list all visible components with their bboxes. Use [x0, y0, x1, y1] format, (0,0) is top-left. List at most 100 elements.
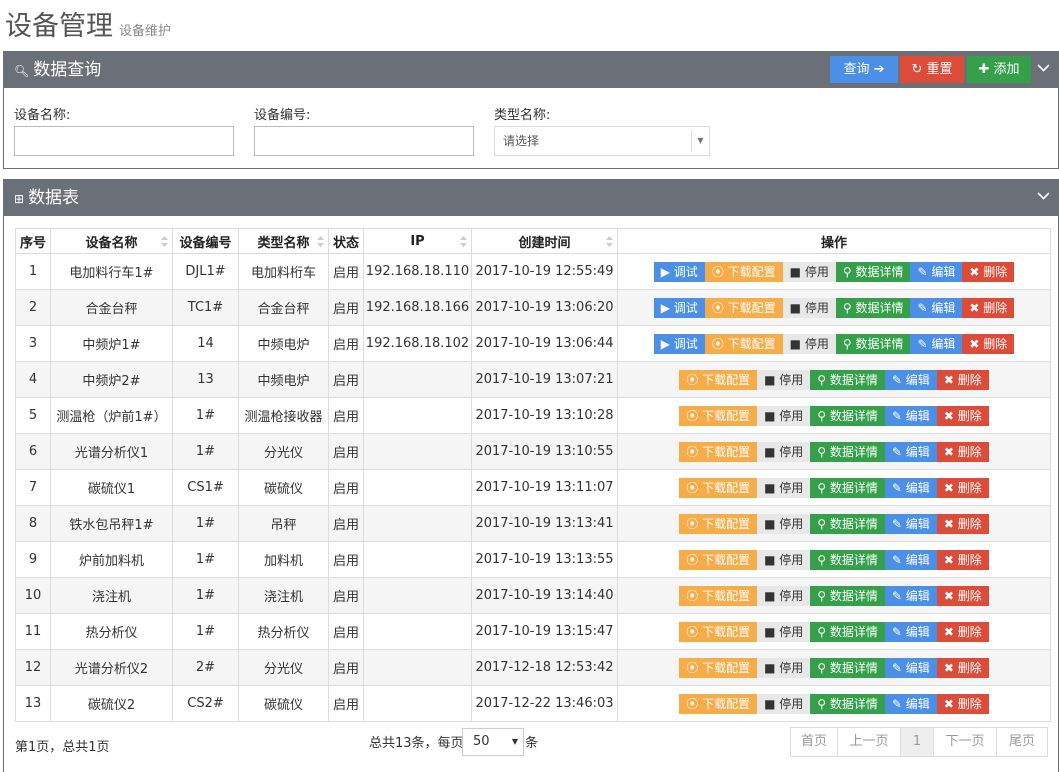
col-header-type[interactable]: 类型名称: [238, 228, 329, 254]
col-header-no[interactable]: 序号: [15, 228, 51, 254]
disable-button[interactable]: ■ 停用: [757, 477, 811, 498]
col-header-time[interactable]: 创建时间: [471, 228, 618, 254]
row-actions: ⦿ 下载配置 ■ 停用 ⚲ 数据详情 ✎ 编辑 ✖ 删除: [679, 477, 989, 498]
disable-button[interactable]: ■ 停用: [757, 441, 811, 462]
download-icon: ⦿: [686, 372, 703, 387]
last-page-button[interactable]: 尾页: [996, 727, 1048, 757]
query-button[interactable]: 查询 ➔: [830, 56, 898, 83]
type-name-select[interactable]: 请选择 ▼: [494, 126, 710, 156]
edit-icon: ✎: [917, 300, 932, 315]
edit-icon: ✎: [891, 552, 906, 567]
page-size-select[interactable]: 50 ▼: [462, 728, 524, 756]
download-button[interactable]: ⦿ 下载配置: [704, 261, 783, 282]
download-button[interactable]: ⦿ 下载配置: [679, 369, 758, 390]
edit-button[interactable]: ✎ 编辑: [884, 441, 937, 462]
delete-button[interactable]: ✖ 删除: [936, 621, 989, 642]
cell-status: 启用: [328, 397, 364, 434]
disable-button[interactable]: ■ 停用: [782, 261, 836, 282]
trash-icon: ✖: [943, 408, 958, 423]
delete-button[interactable]: ✖ 删除: [936, 405, 989, 426]
edit-button[interactable]: ✎ 编辑: [884, 405, 937, 426]
current-page-button[interactable]: 1: [900, 727, 934, 757]
download-button[interactable]: ⦿ 下载配置: [679, 405, 758, 426]
download-button[interactable]: ⦿ 下载配置: [679, 621, 758, 642]
trash-icon: ✖: [943, 588, 958, 603]
chevron-down-icon[interactable]: [1037, 61, 1050, 74]
delete-button[interactable]: ✖ 删除: [936, 585, 989, 606]
add-button[interactable]: ✚ 添加: [967, 56, 1031, 83]
disable-button[interactable]: ■ 停用: [757, 369, 811, 390]
detail-button[interactable]: ⚲ 数据详情: [810, 657, 885, 678]
detail-button[interactable]: ⚲ 数据详情: [810, 585, 885, 606]
edit-button[interactable]: ✎ 编辑: [884, 693, 937, 714]
edit-button[interactable]: ✎ 编辑: [884, 513, 937, 534]
cell-time: 2017-12-22 13:46:03: [471, 685, 618, 722]
edit-button[interactable]: ✎ 编辑: [884, 621, 937, 642]
first-page-button[interactable]: 首页: [790, 727, 838, 757]
download-button[interactable]: ⦿ 下载配置: [679, 549, 758, 570]
col-header-code[interactable]: 设备编号: [172, 228, 239, 254]
edit-button[interactable]: ✎ 编辑: [884, 657, 937, 678]
detail-button[interactable]: ⚲ 数据详情: [810, 693, 885, 714]
edit-button[interactable]: ✎ 编辑: [884, 585, 937, 606]
debug-button[interactable]: ▶ 调试: [653, 261, 705, 282]
delete-button[interactable]: ✖ 删除: [936, 513, 989, 534]
download-button[interactable]: ⦿ 下载配置: [679, 477, 758, 498]
detail-button[interactable]: ⚲ 数据详情: [810, 477, 885, 498]
delete-button[interactable]: ✖ 删除: [962, 261, 1015, 282]
disable-button[interactable]: ■ 停用: [757, 405, 811, 426]
reset-button[interactable]: ↻ 重置: [900, 56, 964, 83]
delete-button[interactable]: ✖ 删除: [936, 657, 989, 678]
prev-page-button[interactable]: 上一页: [837, 727, 901, 757]
download-button[interactable]: ⦿ 下载配置: [679, 657, 758, 678]
detail-button[interactable]: ⚲ 数据详情: [810, 621, 885, 642]
download-button[interactable]: ⦿ 下载配置: [679, 441, 758, 462]
delete-button[interactable]: ✖ 删除: [936, 549, 989, 570]
next-page-button[interactable]: 下一页: [933, 727, 997, 757]
edit-button[interactable]: ✎ 编辑: [884, 549, 937, 570]
chevron-down-icon[interactable]: [1037, 189, 1050, 202]
edit-button[interactable]: ✎ 编辑: [910, 333, 963, 354]
detail-button[interactable]: ⚲ 数据详情: [810, 549, 885, 570]
detail-button[interactable]: ⚲ 数据详情: [835, 297, 911, 318]
col-header-name[interactable]: 设备名称: [50, 228, 173, 254]
debug-button[interactable]: ▶ 调试: [653, 333, 705, 354]
device-code-input[interactable]: [254, 126, 474, 156]
disable-button[interactable]: ■ 停用: [757, 657, 811, 678]
delete-button[interactable]: ✖ 删除: [962, 333, 1015, 354]
detail-button[interactable]: ⚲ 数据详情: [810, 513, 885, 534]
detail-button[interactable]: ⚲ 数据详情: [835, 333, 911, 354]
delete-button[interactable]: ✖ 删除: [962, 297, 1015, 318]
delete-button[interactable]: ✖ 删除: [936, 369, 989, 390]
disable-button[interactable]: ■ 停用: [757, 585, 811, 606]
disable-button[interactable]: ■ 停用: [757, 549, 811, 570]
trash-icon: ✖: [943, 660, 958, 675]
disable-button[interactable]: ■ 停用: [757, 693, 811, 714]
disable-button[interactable]: ■ 停用: [757, 621, 811, 642]
download-button[interactable]: ⦿ 下载配置: [704, 333, 783, 354]
download-button[interactable]: ⦿ 下载配置: [679, 693, 758, 714]
disable-button[interactable]: ■ 停用: [782, 333, 836, 354]
detail-button[interactable]: ⚲ 数据详情: [835, 261, 911, 282]
delete-button[interactable]: ✖ 删除: [936, 477, 989, 498]
cell-time: 2017-10-19 13:10:28: [471, 397, 618, 434]
edit-button[interactable]: ✎ 编辑: [884, 477, 937, 498]
download-button[interactable]: ⦿ 下载配置: [679, 585, 758, 606]
disable-button[interactable]: ■ 停用: [757, 513, 811, 534]
detail-button[interactable]: ⚲ 数据详情: [810, 405, 885, 426]
edit-button[interactable]: ✎ 编辑: [910, 297, 963, 318]
col-header-ip[interactable]: IP: [363, 228, 472, 254]
edit-button[interactable]: ✎ 编辑: [884, 369, 937, 390]
debug-button[interactable]: ▶ 调试: [653, 297, 705, 318]
play-icon: ▶: [660, 336, 674, 351]
disable-button[interactable]: ■ 停用: [782, 297, 836, 318]
delete-button[interactable]: ✖ 删除: [936, 441, 989, 462]
detail-button[interactable]: ⚲ 数据详情: [810, 441, 885, 462]
col-header-status[interactable]: 状态: [328, 228, 364, 254]
download-button[interactable]: ⦿ 下载配置: [704, 297, 783, 318]
detail-button[interactable]: ⚲ 数据详情: [810, 369, 885, 390]
delete-button[interactable]: ✖ 删除: [936, 693, 989, 714]
download-button[interactable]: ⦿ 下载配置: [679, 513, 758, 534]
device-name-input[interactable]: [14, 126, 234, 156]
edit-button[interactable]: ✎ 编辑: [910, 261, 963, 282]
